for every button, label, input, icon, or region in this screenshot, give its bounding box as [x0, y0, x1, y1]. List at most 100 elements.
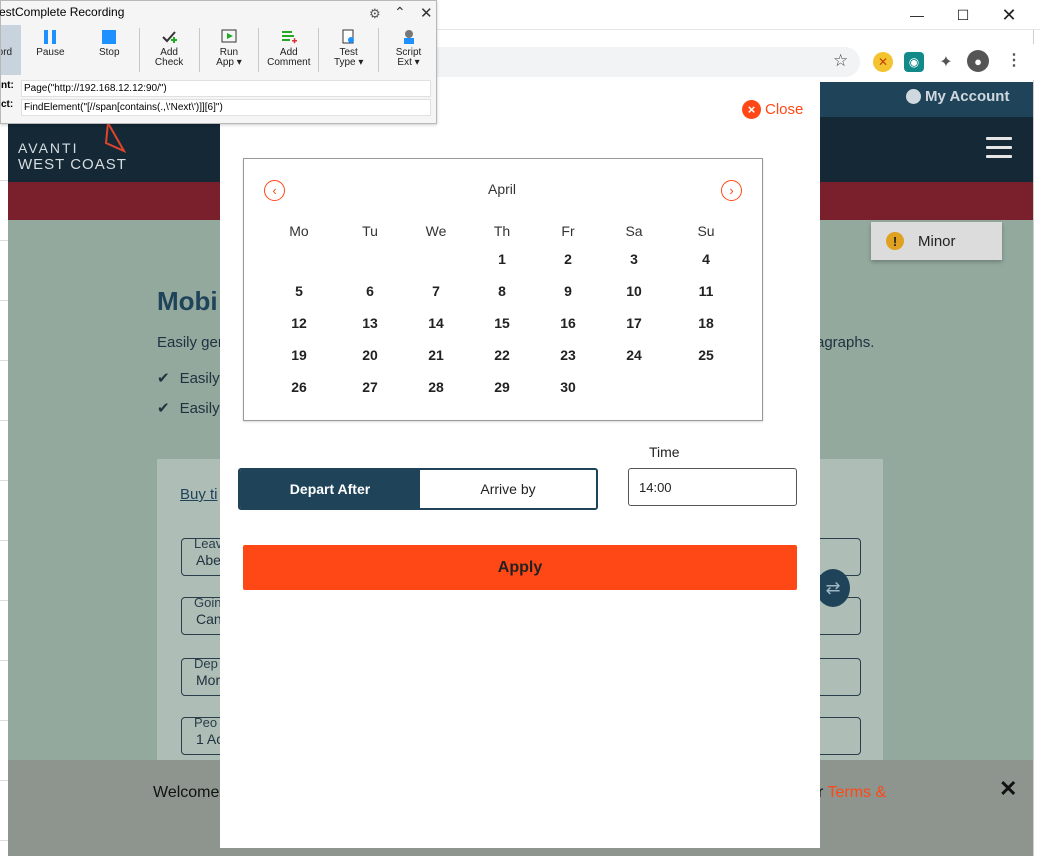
recorder-tools: Record Pause Stop Add Check Run App ▾ Add Com… — [1, 25, 438, 75]
calendar-day[interactable]: 10 — [609, 278, 659, 304]
pause-button[interactable]: Pause — [21, 25, 80, 75]
calendar-day[interactable]: 27 — [345, 374, 395, 400]
script-ext-icon — [401, 29, 417, 45]
add-check-button[interactable]: Add Check — [140, 25, 199, 75]
calendar-day[interactable]: 3 — [609, 246, 659, 272]
warning-icon: ! — [886, 232, 904, 250]
calendar-day[interactable]: 20 — [345, 342, 395, 368]
calendar-day[interactable]: 24 — [609, 342, 659, 368]
calendar-day[interactable]: 4 — [681, 246, 731, 272]
calendar-day[interactable]: 7 — [411, 278, 461, 304]
calendar-day[interactable]: 13 — [345, 310, 395, 336]
calendar-day[interactable]: 1 — [477, 246, 527, 272]
next-month-icon[interactable]: › — [721, 180, 742, 201]
hamburger-menu-icon[interactable] — [986, 131, 1012, 164]
calendar-day[interactable]: 29 — [477, 374, 527, 400]
weekday-header: Mo — [289, 223, 309, 239]
apply-button[interactable]: Apply — [243, 545, 797, 590]
calendar-day[interactable]: 11 — [681, 278, 731, 304]
calendar-day[interactable]: 14 — [411, 310, 461, 336]
calendar-day[interactable]: 2 — [543, 246, 593, 272]
run-app-button[interactable]: Run App ▾ — [200, 25, 259, 75]
cookie-close-icon[interactable]: ✕ — [999, 776, 1017, 802]
calendar-month: April — [487, 181, 516, 197]
extensions-puzzle-icon[interactable]: ✦ — [936, 52, 956, 72]
stop-icon — [101, 29, 117, 45]
calendar-day[interactable]: 8 — [477, 278, 527, 304]
calendar: ‹ April › Mo Tu We Th Fr Sa Su 1 2 3 4 5 6 7 8 9 10 11 12… — [243, 158, 763, 421]
calendar-day[interactable]: 16 — [543, 310, 593, 336]
intro-text-end: agraphs. — [816, 334, 875, 351]
minimize-icon[interactable]: — — [894, 0, 940, 30]
tool-label: Run App ▾ — [216, 47, 242, 68]
calendar-day[interactable]: 9 — [543, 278, 593, 304]
recorder-row-1: nt: Page("http://192.168.12.12:90/") — [1, 80, 438, 98]
tool-label: Stop — [98, 47, 120, 58]
page-heading: Mobi — [157, 286, 218, 316]
weekday-header: Th — [493, 223, 511, 239]
close-button[interactable]: × Close — [742, 100, 803, 119]
buy-tickets-tab[interactable]: Buy ti — [180, 486, 218, 503]
calendar-day[interactable]: 30 — [543, 374, 593, 400]
recorder-row-2: ct: FindElement("[//span[contains(.,\'Ne… — [1, 99, 438, 117]
cookie-terms: r Terms & — [818, 784, 887, 801]
tool-label: Record — [1, 47, 13, 58]
logo-mark-icon — [104, 121, 127, 154]
tool-label: Add Check — [154, 47, 184, 68]
run-app-icon — [221, 29, 237, 45]
extension-2-icon[interactable]: ◉ — [904, 52, 924, 72]
calendar-day[interactable]: 22 — [477, 342, 527, 368]
add-comment-icon — [281, 29, 297, 45]
bullet-item: ✔ Easily — [157, 400, 220, 417]
calendar-day[interactable]: 25 — [681, 342, 731, 368]
stop-button[interactable]: Stop — [80, 25, 139, 75]
user-icon — [906, 89, 921, 104]
weekday-header: We — [425, 223, 447, 239]
address-bar[interactable] — [420, 47, 860, 77]
pause-icon — [42, 29, 58, 45]
calendar-day[interactable]: 21 — [411, 342, 461, 368]
star-icon[interactable]: ☆ — [833, 51, 848, 71]
collapse-icon[interactable]: ⌃ — [394, 4, 406, 21]
calendar-day[interactable]: 15 — [477, 310, 527, 336]
close-icon: × — [742, 100, 761, 119]
calendar-day[interactable]: 18 — [681, 310, 731, 336]
check-icon: ✔ — [157, 400, 170, 417]
depart-after-button[interactable]: Depart After — [240, 470, 420, 508]
calendar-day[interactable]: 26 — [274, 374, 324, 400]
calendar-day[interactable]: 17 — [609, 310, 659, 336]
test-type-button[interactable]: Test Type ▾ — [319, 25, 378, 75]
add-comment-button[interactable]: Add Comment — [259, 25, 318, 75]
minor-disruption-badge[interactable]: ! Minor — [871, 222, 1002, 260]
intro-text: Easily ger — [157, 334, 223, 351]
record-button[interactable]: Record — [1, 25, 21, 75]
depart-arrive-toggle: Depart After Arrive by — [238, 468, 598, 510]
recorder-close-icon[interactable]: ✕ — [420, 4, 433, 22]
arrive-by-button[interactable]: Arrive by — [420, 470, 596, 508]
profile-icon[interactable]: ● — [967, 50, 989, 72]
tool-label: Add Comment — [267, 47, 311, 68]
calendar-day[interactable]: 6 — [345, 278, 395, 304]
calendar-day[interactable]: 23 — [543, 342, 593, 368]
my-account-link[interactable]: My Account — [906, 88, 1009, 105]
time-label: Time — [649, 444, 680, 460]
bullet-item: ✔ Easily — [157, 370, 220, 387]
swap-stations-icon[interactable]: ⇄ — [816, 569, 850, 607]
check-icon: ✔ — [157, 370, 170, 387]
kebab-menu-icon[interactable]: ⋮ — [1006, 50, 1022, 70]
extension-1-icon[interactable]: ✕ — [873, 52, 893, 72]
test-type-icon — [341, 29, 357, 45]
maximize-icon[interactable]: ☐ — [940, 0, 986, 30]
calendar-day[interactable]: 5 — [274, 278, 324, 304]
calendar-day[interactable]: 28 — [411, 374, 461, 400]
terms-link[interactable]: Terms & — [827, 784, 886, 801]
time-input[interactable] — [628, 468, 797, 506]
weekday-header: Su — [697, 223, 715, 239]
close-window-icon[interactable]: ✕ — [986, 0, 1032, 30]
settings-gear-icon[interactable]: ⚙ — [369, 6, 381, 22]
tool-label: Pause — [36, 47, 65, 58]
calendar-day[interactable]: 19 — [274, 342, 324, 368]
script-ext-button[interactable]: Script Ext ▾ — [379, 25, 438, 75]
add-check-icon — [161, 29, 178, 45]
calendar-day[interactable]: 12 — [274, 310, 324, 336]
